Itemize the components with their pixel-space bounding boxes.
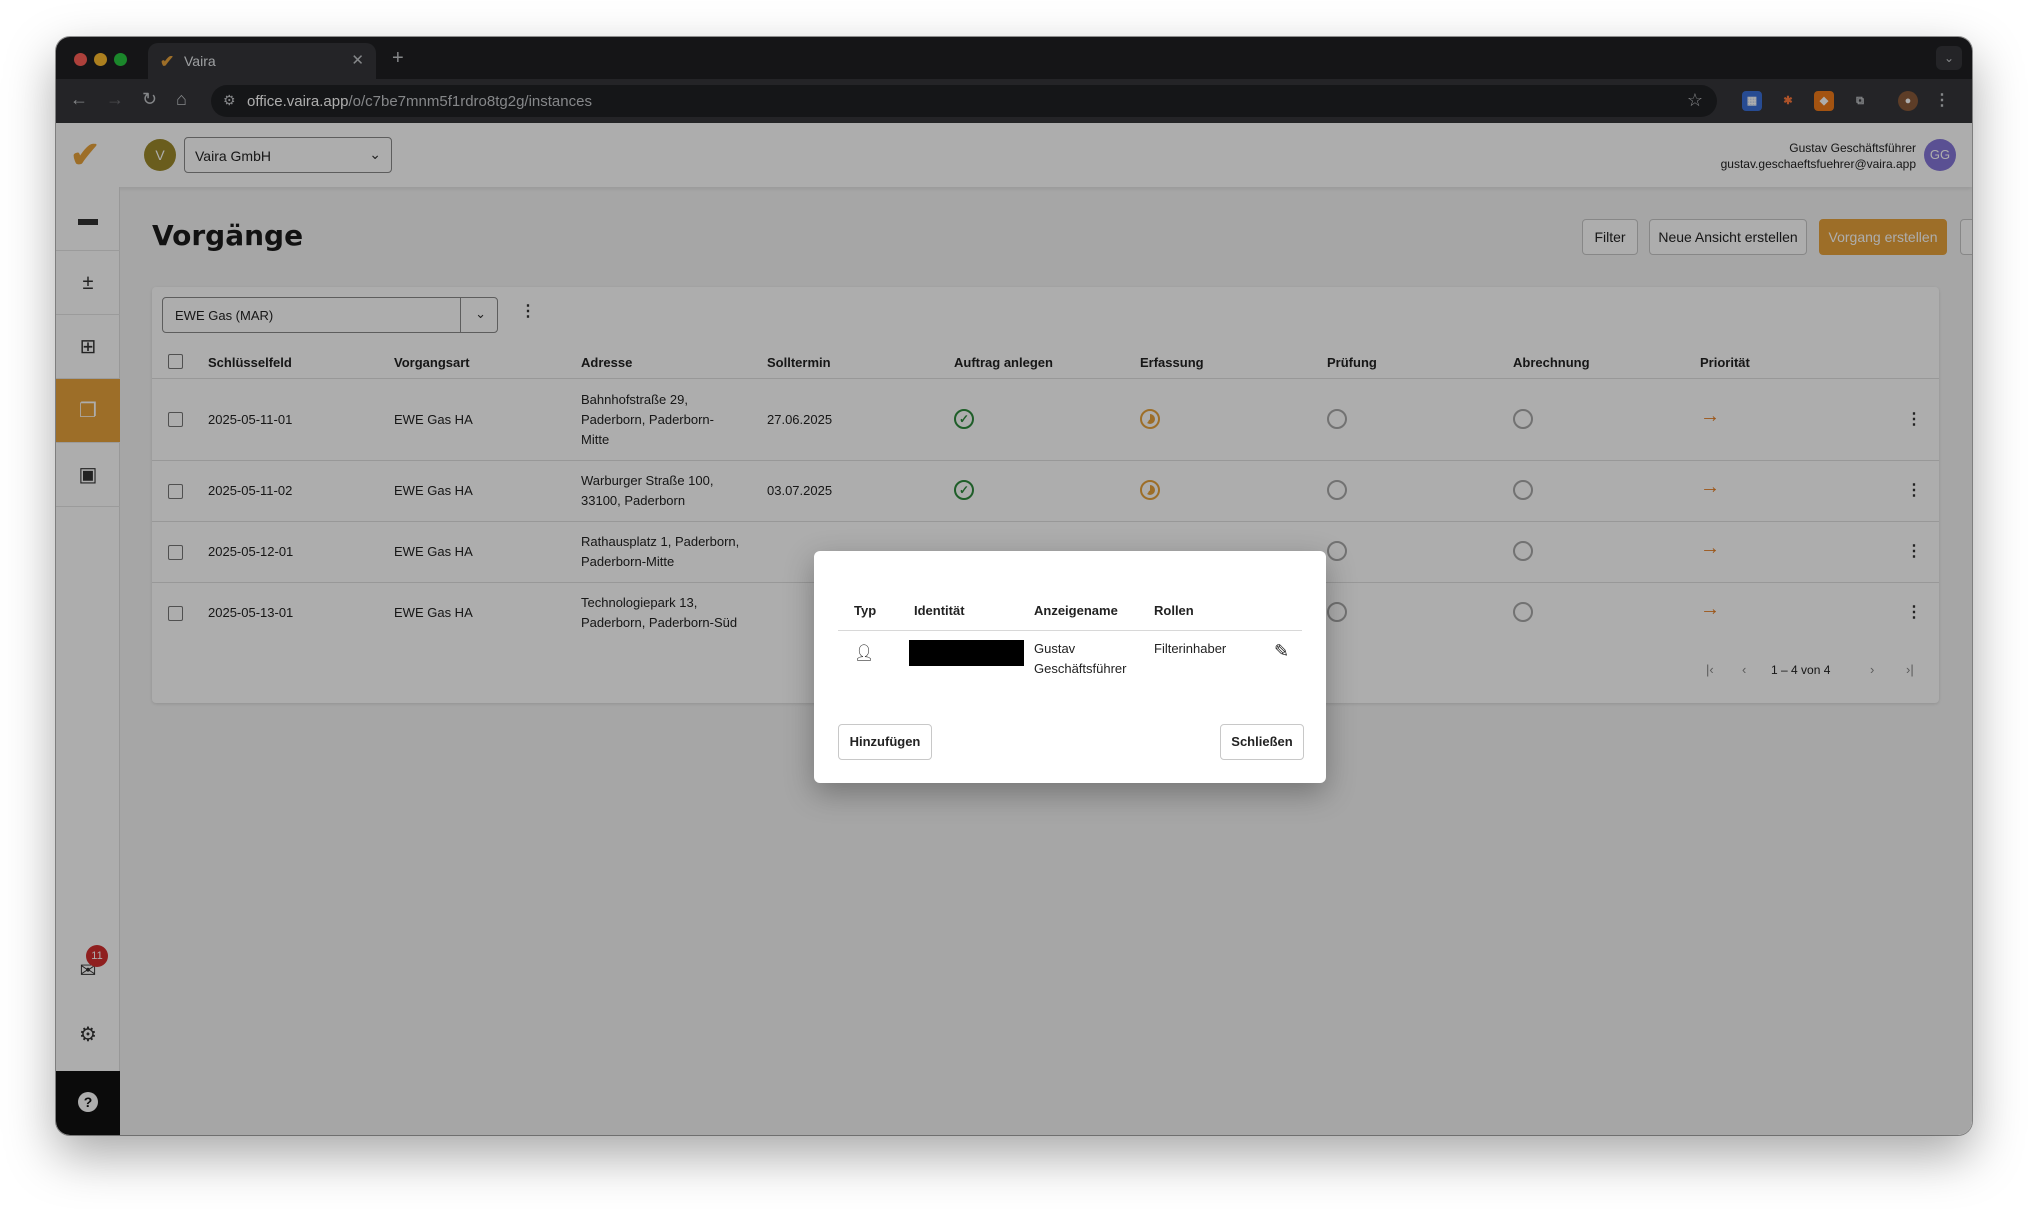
edit-pencil-icon[interactable]: ✎ xyxy=(1274,641,1289,662)
dialog-column-header: Identität xyxy=(914,603,965,618)
add-button[interactable]: Hinzufügen xyxy=(838,724,932,760)
dialog-column-header: Rollen xyxy=(1154,603,1194,618)
browser-window: ✔ Vaira ✕ + ⌄ ← → ↻ ⌂ ⚙ office.vaira.app… xyxy=(56,37,1972,1135)
role-cell: Filterinhaber xyxy=(1154,641,1227,656)
redacted-identity xyxy=(909,640,1024,666)
close-button[interactable]: Schließen xyxy=(1220,724,1304,760)
filter-permissions-dialog: Typ Identität Anzeigename Rollen 👤︎ Gust… xyxy=(814,551,1326,783)
display-name: Gustav Geschäftsführer xyxy=(1034,641,1127,676)
person-icon: 👤︎ xyxy=(854,645,875,662)
dialog-column-header: Anzeigename xyxy=(1034,603,1118,618)
dialog-column-header: Typ xyxy=(854,603,877,618)
